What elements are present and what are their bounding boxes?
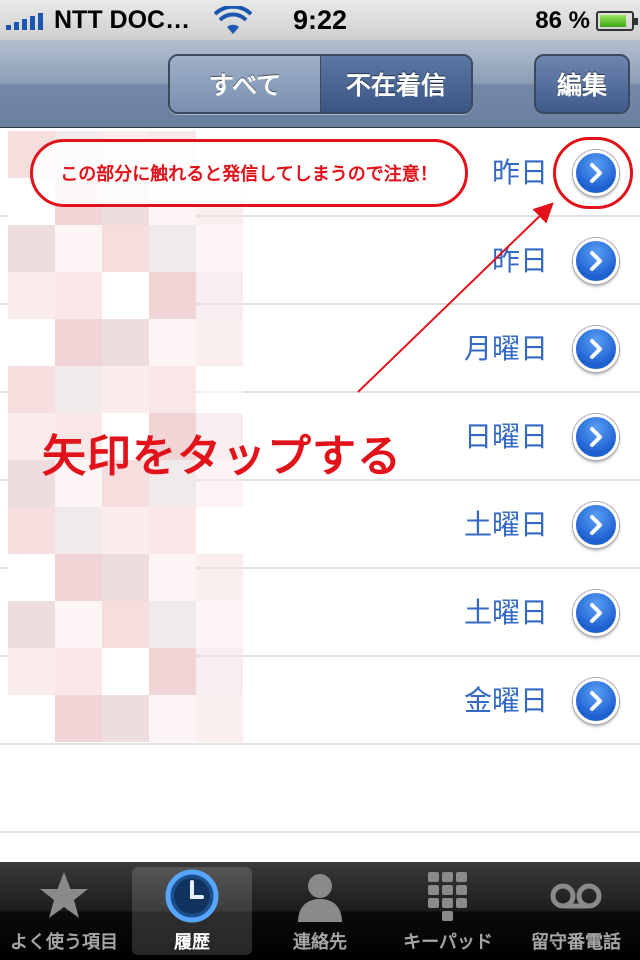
keypad-icon — [428, 872, 467, 921]
segmented-control: すべて 不在着信 — [168, 54, 473, 114]
chevron-right-icon — [590, 691, 602, 711]
status-bar: NTT DOC… 9:22 86 % — [0, 0, 640, 40]
tab-label: 留守番電話 — [531, 932, 621, 953]
tab-keypad[interactable]: キーパッド — [384, 862, 512, 960]
detail-disclosure-button[interactable] — [573, 502, 619, 548]
tab-label: キーパッド — [403, 932, 493, 953]
person-icon — [298, 874, 342, 922]
voicemail-icon — [550, 883, 602, 909]
chevron-right-icon — [590, 515, 602, 535]
empty-row — [0, 745, 640, 833]
chevron-right-icon — [590, 251, 602, 271]
detail-disclosure-button[interactable] — [573, 414, 619, 460]
edit-button[interactable]: 編集 — [534, 54, 630, 114]
tab-label: よく使う項目 — [10, 932, 118, 953]
segment-missed-calls[interactable]: 不在着信 — [321, 56, 471, 112]
call-date: 金曜日 — [463, 684, 548, 717]
chevron-right-icon — [590, 427, 602, 447]
highlight-ring — [553, 137, 633, 209]
call-date: 昨日 — [491, 244, 548, 277]
star-icon — [40, 872, 88, 918]
tab-voicemail[interactable]: 留守番電話 — [512, 862, 640, 960]
call-date: 土曜日 — [463, 596, 548, 629]
detail-disclosure-button[interactable] — [573, 238, 619, 284]
clock-icon — [165, 869, 219, 923]
tab-label: 連絡先 — [293, 932, 347, 953]
segment-all[interactable]: すべて — [170, 56, 321, 112]
tab-label: 履歴 — [174, 932, 210, 953]
detail-disclosure-button[interactable] — [573, 678, 619, 724]
tab-contacts[interactable]: 連絡先 — [256, 862, 384, 960]
warning-callout: この部分に触れると発信してしまうので注意！ — [30, 139, 468, 207]
chevron-right-icon — [590, 339, 602, 359]
battery-icon — [596, 11, 638, 31]
tab-bar: よく使う項目 履歴 連絡先 キーパッド 留守番電話 — [0, 862, 640, 960]
instruction-label: 矢印をタップする — [42, 431, 402, 482]
detail-disclosure-button[interactable] — [573, 326, 619, 372]
navigation-bar: すべて 不在着信 編集 — [0, 40, 640, 128]
call-date: 土曜日 — [463, 508, 548, 541]
call-date: 月曜日 — [463, 332, 548, 365]
tab-recents[interactable]: 履歴 — [128, 862, 256, 960]
detail-disclosure-button[interactable] — [573, 590, 619, 636]
call-date: 日曜日 — [463, 420, 548, 453]
call-date: 昨日 — [491, 156, 548, 189]
chevron-right-icon — [590, 603, 602, 623]
tab-favorites[interactable]: よく使う項目 — [0, 862, 128, 960]
battery-percent: 86 % — [535, 7, 590, 34]
